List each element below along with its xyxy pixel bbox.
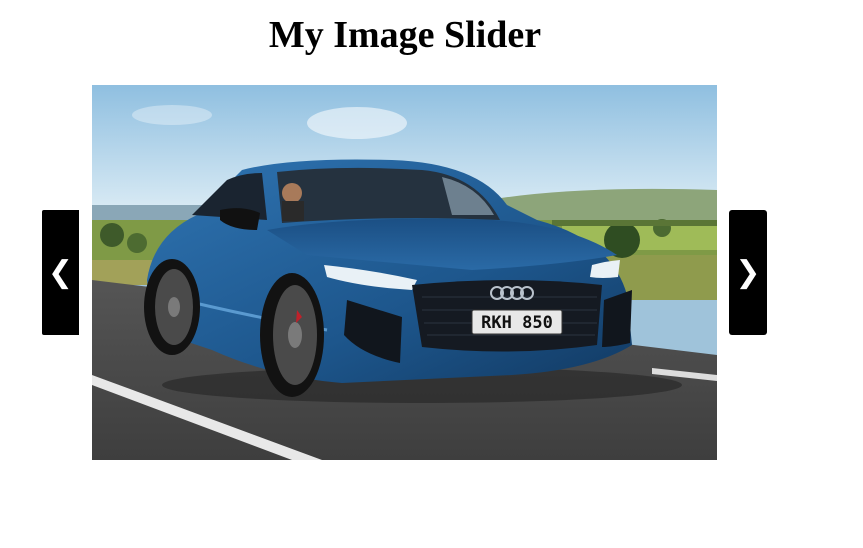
chevron-right-icon: ❯ — [735, 254, 761, 290]
license-plate-text: RKH 850 — [481, 313, 553, 333]
slide-image: RKH 850 — [92, 85, 717, 460]
car-photo: RKH 850 — [92, 85, 717, 460]
next-slide-button[interactable]: ❯ — [729, 210, 767, 335]
prev-slide-button[interactable]: ❮ — [42, 210, 79, 335]
chevron-left-icon: ❮ — [47, 254, 74, 290]
page-title: My Image Slider — [268, 14, 542, 56]
